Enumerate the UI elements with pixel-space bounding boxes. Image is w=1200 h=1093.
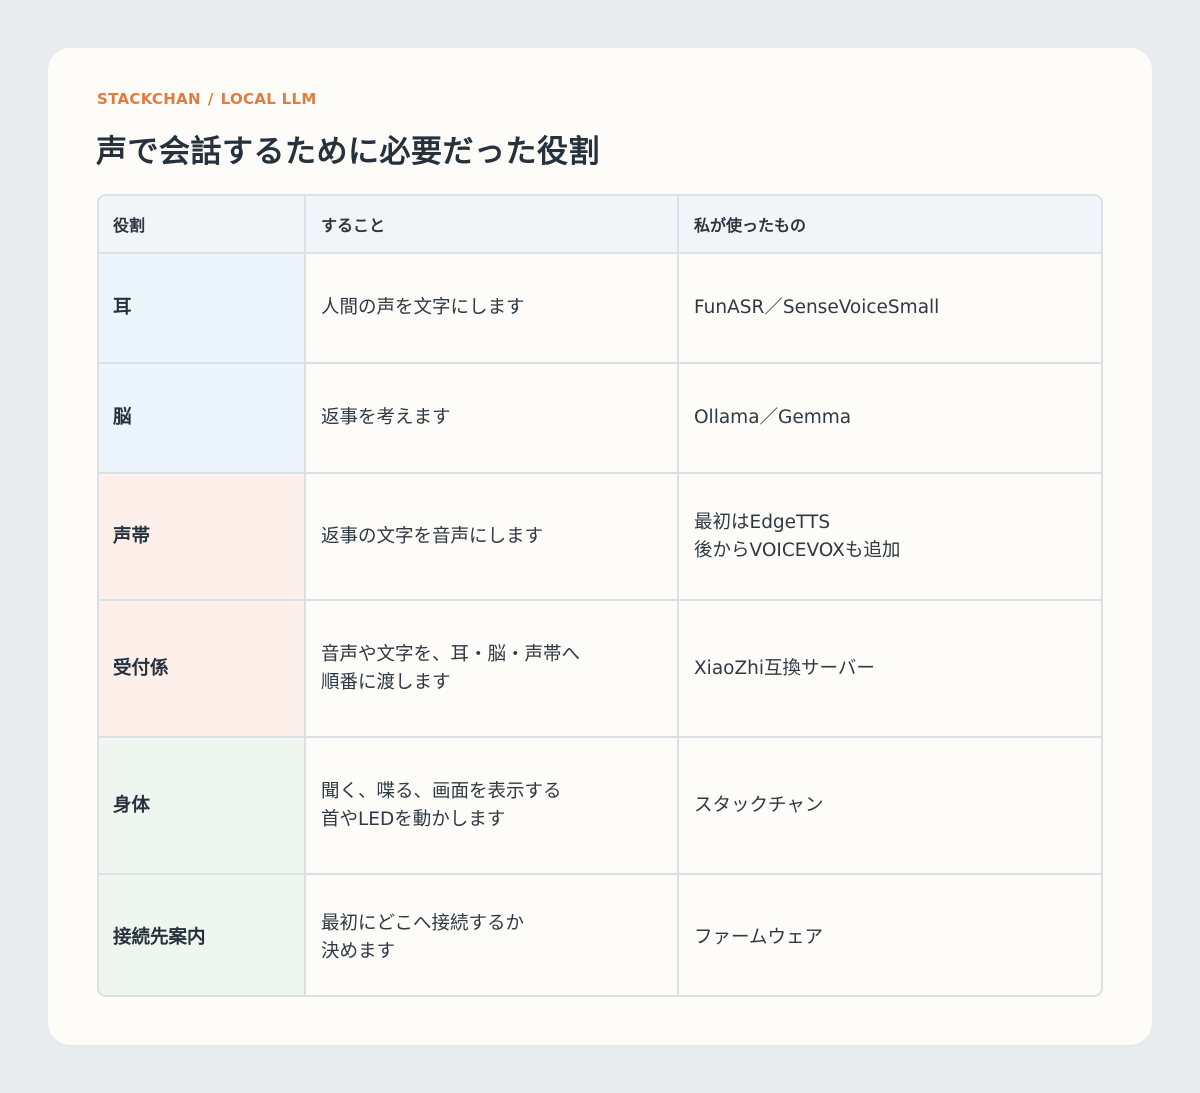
task-line: 首やLEDを動かします (321, 808, 506, 830)
content-card: STACKCHAN / LOCAL LLM 声で会話するために必要だった役割 役割 … (48, 48, 1152, 1045)
column-header-role: 役割 (99, 196, 306, 254)
roles-table: 役割 すること 私が使ったもの 耳人間の声を文字にします FunASR／Sense… (97, 194, 1103, 997)
tool-line: FunASR／SenseVoiceSmall (694, 297, 940, 318)
role-cell: 脳 (99, 363, 306, 474)
task-line: 人間の声を文字にします (321, 297, 525, 318)
tool-cell: FunASR／SenseVoiceSmall (678, 253, 1101, 364)
task-line: 音声や文字を、耳・脳・声帯へ (321, 643, 581, 665)
tool-line: 最初はEdgeTTS (694, 511, 831, 533)
task-line: 返事の文字を音声にします (321, 525, 544, 547)
table-row: 受付係 音声や文字を、耳・脳・声帯へ 順番に渡します XiaoZhi互換サーバー (99, 600, 1101, 738)
role-cell: 身体 (99, 737, 306, 875)
tool-cell: ファームウェア (678, 874, 1101, 995)
task-line: 聞く、喋る、画面を表示する (321, 780, 562, 802)
task-line: 返事を考えます (321, 407, 451, 428)
tool-cell: スタックチャン (678, 737, 1101, 875)
breadcrumb-project: STACKCHAN (97, 90, 201, 108)
role-cell: 受付係 (99, 600, 306, 738)
breadcrumb: STACKCHAN / LOCAL LLM (97, 90, 317, 108)
task-cell: 最初にどこへ接続するか 決めます (305, 874, 679, 995)
task-line: 最初にどこへ接続するか (321, 912, 524, 934)
task-line: 決めます (321, 940, 396, 962)
table-row: 声帯 返事の文字を音声にします 最初はEdgeTTS 後からVOICEVOXも追加 (99, 473, 1101, 601)
breadcrumb-topic: LOCAL LLM (220, 90, 317, 108)
table-header-row: 役割 すること 私が使ったもの (99, 196, 1101, 254)
tool-cell: XiaoZhi互換サーバー (678, 600, 1101, 738)
task-cell: 人間の声を文字にします (305, 253, 679, 364)
column-header-task: すること (305, 196, 679, 254)
tool-line: ファームウェア (694, 926, 823, 948)
task-line: 順番に渡します (321, 671, 451, 693)
tool-line: XiaoZhi互換サーバー (694, 657, 875, 679)
table-row: 脳返事を考えます Ollama／Gemma (99, 363, 1101, 474)
tool-line: 後からVOICEVOXも追加 (694, 539, 901, 561)
task-cell: 返事の文字を音声にします (305, 473, 679, 601)
role-cell: 接続先案内 (99, 874, 306, 995)
task-cell: 返事を考えます (305, 363, 679, 474)
tool-cell: 最初はEdgeTTS 後からVOICEVOXも追加 (678, 473, 1101, 601)
page-title: 声で会話するために必要だった役割 (96, 134, 600, 170)
table-row: 耳人間の声を文字にします FunASR／SenseVoiceSmall (99, 253, 1101, 364)
role-cell: 耳 (99, 253, 306, 364)
breadcrumb-separator: / (207, 90, 214, 108)
table-row: 接続先案内 最初にどこへ接続するか 決めます ファームウェア (99, 874, 1101, 995)
task-cell: 聞く、喋る、画面を表示する 首やLEDを動かします (305, 737, 679, 875)
tool-line: スタックチャン (694, 794, 824, 816)
role-cell: 声帯 (99, 473, 306, 601)
column-header-tool: 私が使ったもの (678, 196, 1101, 254)
tool-cell: Ollama／Gemma (678, 363, 1101, 474)
task-cell: 音声や文字を、耳・脳・声帯へ 順番に渡します (305, 600, 679, 738)
tool-line: Ollama／Gemma (694, 407, 852, 428)
table-row: 身体 聞く、喋る、画面を表示する 首やLEDを動かします スタックチャン (99, 737, 1101, 875)
